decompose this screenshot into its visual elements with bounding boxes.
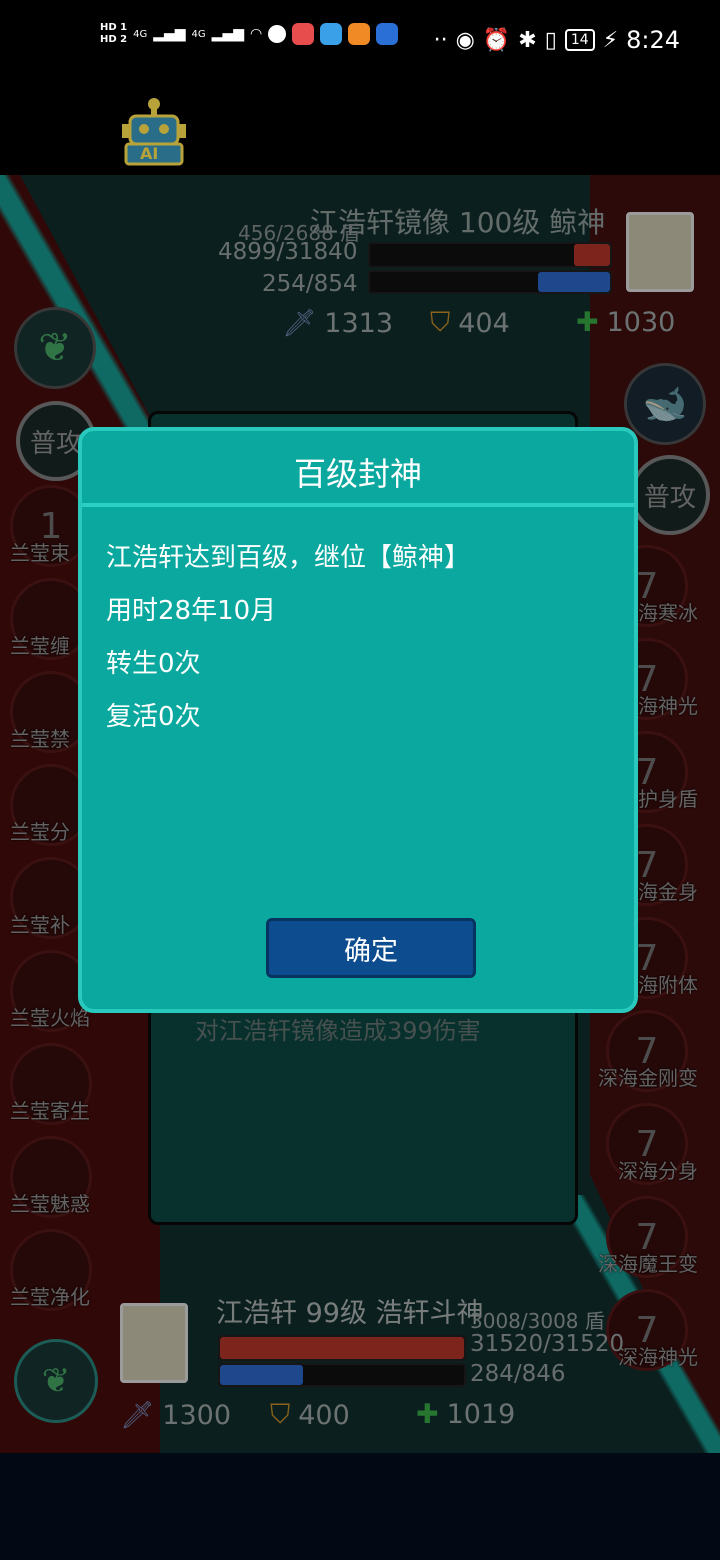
wifi-icon: ◠	[249, 26, 263, 42]
dialog-line-rebirths: 转生0次	[106, 649, 201, 679]
dialog-line-successor: 江浩轩达到百级，继位【鲸神】	[106, 543, 471, 573]
browser-app-icon	[376, 23, 399, 45]
video-app-icon	[348, 23, 371, 45]
vibrate-icon: ▯	[544, 27, 557, 53]
dialog-line-time-used: 用时28年10月	[106, 596, 277, 626]
dialog-title: 百级封神	[293, 455, 422, 493]
status-left: HD 1 HD 2 4G ▂▄▆ 4G ▂▄▆ ◠	[100, 22, 399, 46]
huawei-app-icon	[292, 23, 315, 45]
signal-icon-2: 4G	[191, 28, 206, 40]
ai-robot-button[interactable]: AI	[122, 96, 186, 166]
hd-indicator: HD 1 HD 2	[100, 22, 128, 45]
charging-icon: ⚡	[602, 27, 619, 53]
eye-icon: ◉	[455, 27, 475, 53]
more-dots-icon: ··	[433, 27, 448, 53]
dialog-divider	[82, 503, 634, 507]
ai-label: AI	[140, 144, 159, 163]
status-right: ·· ◉ ⏰ ✱ ▯ 14 ⚡ 8:24	[434, 26, 680, 54]
signal-bars-icon: ▂▄▆	[153, 26, 186, 42]
confirm-button[interactable]: 确定	[266, 918, 476, 978]
level-100-dialog: 百级封神 江浩轩达到百级，继位【鲸神】 用时28年10月 转生0次 复活0次 确…	[78, 427, 638, 1013]
bluetooth-icon: ✱	[518, 27, 537, 53]
battery-icon: 14	[564, 29, 595, 51]
dialog-line-revives: 复活0次	[106, 702, 201, 732]
clock: 8:24	[626, 26, 680, 54]
navigation-area	[0, 1453, 720, 1560]
alarm-icon: ⏰	[482, 27, 511, 53]
signal-icon: 4G	[133, 28, 148, 40]
app-notification-icon-2	[320, 23, 343, 45]
app-notification-icon	[268, 25, 287, 43]
status-bar: HD 1 HD 2 4G ▂▄▆ 4G ▂▄▆ ◠ ·· ◉ ⏰ ✱ ▯ 14 …	[0, 0, 720, 85]
signal-bars-icon-2: ▂▄▆	[211, 26, 244, 42]
